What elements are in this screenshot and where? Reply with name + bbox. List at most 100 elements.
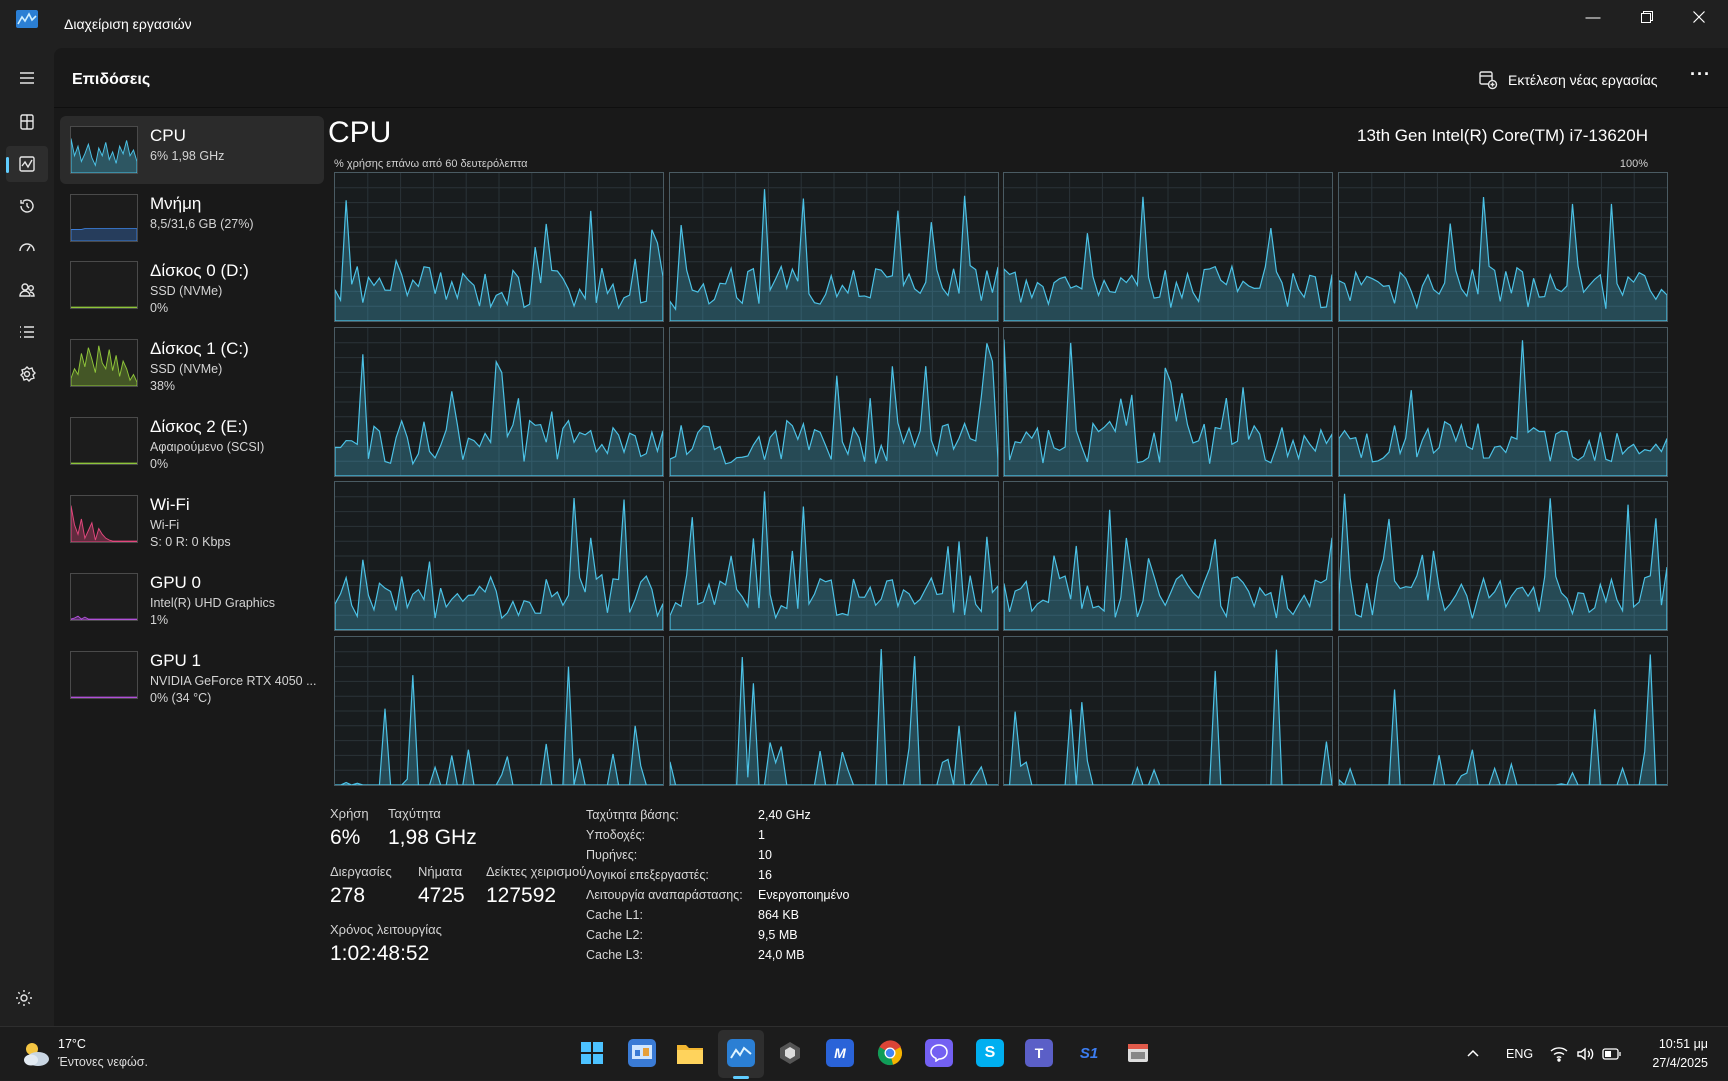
spec-label: Υποδοχές:	[586, 828, 645, 842]
logical-processor-graph	[1337, 481, 1668, 631]
sidebar-item-detail: SSD (NVMe)	[150, 284, 223, 298]
logical-processor-graph	[334, 481, 664, 631]
nav-startup-apps[interactable]	[6, 230, 48, 266]
minimize-button[interactable]: —	[1568, 0, 1618, 34]
sidebar-item-value: S: 0 R: 0 Kbps	[150, 535, 231, 549]
close-icon	[1693, 11, 1705, 23]
teams-icon[interactable]: T	[1025, 1039, 1053, 1067]
sidebar-item-name: GPU 1	[150, 651, 202, 670]
task-manager-icon[interactable]	[727, 1039, 755, 1067]
services-icon	[20, 366, 36, 382]
file-explorer-icon[interactable]	[676, 1039, 704, 1067]
logical-processor-graph	[1003, 172, 1333, 322]
sidebar-item-value: 0%	[150, 457, 169, 471]
nav-users[interactable]	[6, 272, 48, 308]
run-new-task-label: Εκτέλεση νέας εργασίας	[1508, 72, 1658, 88]
clock-date: 27/4/2025	[1652, 1056, 1708, 1070]
sidebar-thumbnail-line	[71, 615, 137, 620]
sidebar-item-name: Δίσκος 1 (C:)	[150, 339, 249, 358]
title-bar: Διαχείριση εργασιών —	[0, 0, 1728, 48]
spec-label: Πυρήνες:	[586, 848, 638, 862]
sidebar-item-μνήμη[interactable]: Μνήμη 8,5/31,6 GB (27%)	[60, 184, 324, 252]
more-options-button[interactable]: ···	[1690, 64, 1711, 85]
app-icon[interactable]: M	[826, 1039, 854, 1067]
weather-temperature: 17°C	[58, 1037, 86, 1051]
viber-icon[interactable]	[925, 1039, 953, 1067]
sidebar-item-value: 38%	[150, 379, 176, 393]
spec-value: 9,5 MB	[758, 928, 798, 942]
usage-value: 6%	[330, 826, 361, 849]
page-header: Επιδόσεις Εκτέλεση νέας εργασίας ···	[54, 48, 1728, 108]
logical-processor-graph	[1337, 172, 1668, 322]
processes-label: Διεργασίες	[330, 864, 392, 879]
sidebar-item-gpu-1[interactable]: GPU 1 NVIDIA GeForce RTX 4050 ... 0% (34 °…	[60, 641, 324, 709]
battery-icon	[1602, 1048, 1621, 1060]
sidebar-item-δίσκος-1-c-[interactable]: Δίσκος 1 (C:) SSD (NVMe) 38%	[60, 329, 324, 397]
spec-value: 24,0 MB	[758, 948, 805, 962]
start-icon[interactable]	[578, 1039, 606, 1067]
show-hidden-icons-button[interactable]	[1466, 1027, 1480, 1081]
hamburger-menu-button[interactable]	[6, 60, 48, 96]
taskbar: 17°C Έντονες νεφώσ. M S T S1 ENG 10:51 μμ 2…	[0, 1026, 1728, 1080]
minimize-icon: —	[1585, 8, 1601, 26]
spec-label: Λειτουργία αναπαράστασης:	[586, 888, 743, 902]
threads-label: Νήματα	[418, 864, 463, 879]
close-button[interactable]	[1674, 0, 1724, 34]
sidebar-thumbnail-line	[71, 345, 137, 386]
unity-hub-icon[interactable]	[776, 1039, 804, 1067]
sidebar-thumbnail-graph	[70, 573, 138, 621]
nav-services[interactable]	[6, 356, 48, 392]
restore-button[interactable]	[1622, 0, 1672, 34]
wifi-icon	[1550, 1047, 1568, 1062]
sidebar-thumbnail-graph	[70, 651, 138, 699]
nav-app-history[interactable]	[6, 188, 48, 224]
logical-processor-graph	[1003, 326, 1333, 477]
sidebar-item-name: Wi-Fi	[150, 495, 190, 514]
sidebar-thumbnail-graph	[70, 339, 138, 387]
speed-value: 1,98 GHz	[388, 826, 477, 849]
sidebar-item-δίσκος-2-e-[interactable]: Δίσκος 2 (E:) Αφαιρούμενο (SCSI) 0%	[60, 407, 324, 475]
run-new-task-button[interactable]: Εκτέλεση νέας εργασίας	[1478, 66, 1658, 94]
settings-button[interactable]	[14, 988, 38, 1012]
page-title: Επιδόσεις	[72, 71, 151, 88]
input-language[interactable]: ENG	[1506, 1027, 1533, 1081]
sidebar-item-name: CPU	[150, 126, 186, 145]
volume-icon	[1577, 1047, 1594, 1061]
sidebar-item-gpu-0[interactable]: GPU 0 Intel(R) UHD Graphics 1%	[60, 563, 324, 631]
task-manager-logo-icon	[16, 10, 38, 28]
processes-icon	[20, 114, 34, 130]
sidebar-thumbnail-line	[71, 138, 137, 173]
task-manager-window: Διαχείριση εργασιών — Επιδόσεις Εκτέλεση…	[0, 0, 1728, 1026]
startup-apps-icon	[19, 243, 35, 252]
logical-processor-graph	[1003, 481, 1333, 631]
restore-icon	[1641, 11, 1653, 23]
control-panel-icon[interactable]	[628, 1039, 656, 1067]
sidebar-item-detail: 6% 1,98 GHz	[150, 149, 225, 163]
sidebar-thumbnail-graph	[70, 261, 138, 309]
sidebar-item-name: Μνήμη	[150, 194, 202, 213]
s1-icon[interactable]: S1	[1075, 1039, 1103, 1067]
spec-value: 1	[758, 828, 765, 842]
sidebar-item-name: GPU 0	[150, 573, 202, 592]
threads-value: 4725	[418, 884, 465, 907]
logical-processor-graph	[1337, 326, 1668, 477]
skype-icon[interactable]: S	[976, 1039, 1004, 1067]
sidebar-item-δίσκος-0-d-[interactable]: Δίσκος 0 (D:) SSD (NVMe) 0%	[60, 251, 324, 319]
sidebar-item-cpu[interactable]: CPU 6% 1,98 GHz	[60, 116, 324, 184]
quick-settings-button[interactable]	[1550, 1027, 1622, 1081]
nav-processes[interactable]	[6, 104, 48, 140]
sidebar-item-detail: 8,5/31,6 GB (27%)	[150, 217, 254, 231]
sidebar-item-wi-fi[interactable]: Wi-Fi Wi-Fi S: 0 R: 0 Kbps	[60, 485, 324, 553]
sidebar-thumbnail-graph	[70, 194, 138, 242]
sidebar-item-value: 0% (34 °C)	[150, 691, 212, 705]
app-window-icon[interactable]	[1124, 1039, 1152, 1067]
cpu-panel: CPU 13th Gen Intel(R) Core(TM) i7-13620H…	[324, 116, 1728, 1016]
spec-value: Ενεργοποιημένο	[758, 888, 850, 902]
run-new-task-icon	[1479, 71, 1498, 90]
clock-time: 10:51 μμ	[1658, 1037, 1708, 1051]
nav-performance[interactable]	[6, 146, 48, 182]
spec-label: Cache L2:	[586, 928, 643, 942]
chrome-icon[interactable]	[876, 1039, 904, 1067]
nav-details[interactable]	[6, 314, 48, 350]
graph-max-label: 100%	[1619, 158, 1648, 170]
